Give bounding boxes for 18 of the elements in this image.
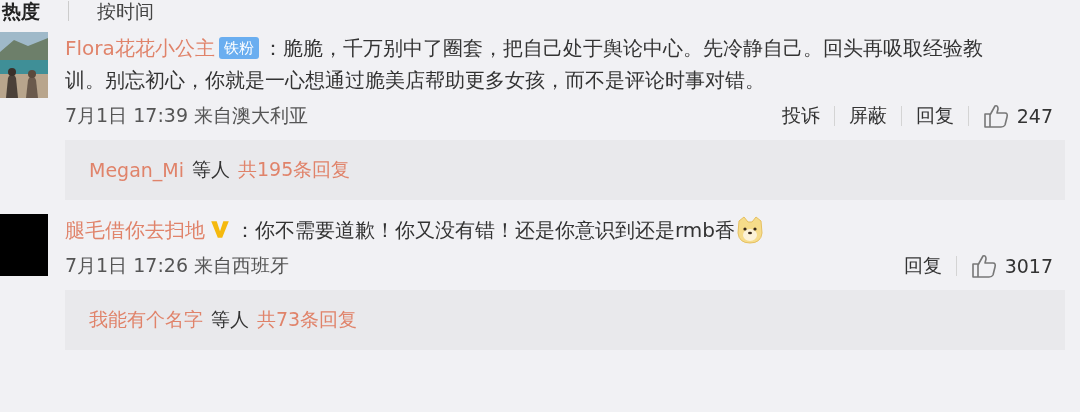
sort-tab[interactable]: 按时间 [97,0,154,22]
reply-label: 等人 [211,307,249,332]
action-link[interactable]: 回复 [915,103,954,129]
verified-icon [209,218,231,240]
comment-text: 腿毛借你去扫地 ：你不需要道歉！你又没有错！还是你意识到还是rmb香 [65,214,1010,246]
like-count: 3017 [1004,255,1053,277]
comment-date: 7月1日 17:26 来自西班牙 [65,253,289,278]
action-link[interactable]: 回复 [903,253,942,279]
sort-tab[interactable]: 热度 [2,0,40,22]
like-count: 247 [1016,105,1053,127]
action-link[interactable]: 屏蔽 [848,103,887,129]
thumbs-up-icon[interactable] [970,253,997,279]
comment-text: Flora花花小公主 铁粉 ：脆脆，千万别中了圈套，把自己处于舆论中心。先冷静自己。回头再吸取经验教训。别忘初心，你就是一心想通过脆美店帮助更多女孩，而不是评论时事对错。 [65,35,984,94]
fan-badge: 铁粉 [218,37,259,59]
reply-label: 等人 [192,157,230,182]
thumbs-up-icon[interactable] [982,103,1009,129]
comment-date: 7月1日 17:39 来自澳大利亚 [65,103,308,128]
action-link[interactable]: 投诉 [781,103,820,129]
